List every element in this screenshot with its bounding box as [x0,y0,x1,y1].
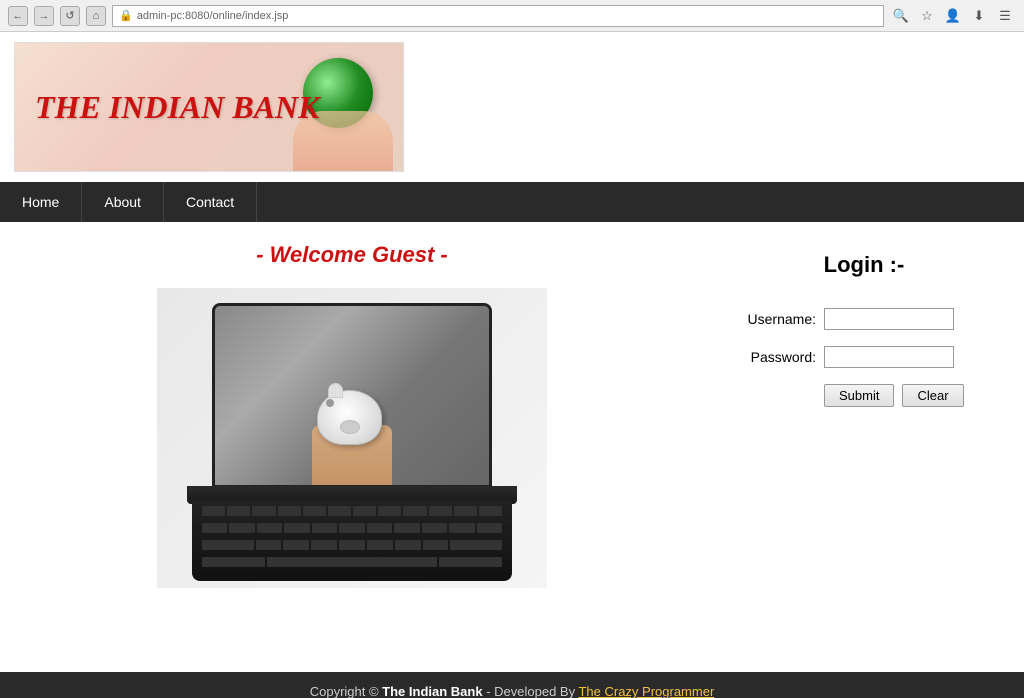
footer-bank-name: The Indian Bank [382,684,482,698]
download-icon[interactable]: ⬇ [968,5,990,27]
browser-chrome: ← → ↺ ⌂ 🔒 admin-pc:8080/online/index.jsp… [0,0,1024,32]
password-label: Password: [724,349,824,365]
address-bar[interactable]: 🔒 admin-pc:8080/online/index.jsp [112,5,884,27]
site-footer: Copyright © The Indian Bank - Developed … [0,672,1024,698]
footer-copyright: Copyright © [310,684,382,698]
user-icon[interactable]: 👤 [942,5,964,27]
main-content: - Welcome Guest - [0,222,1024,672]
back-button[interactable]: ← [8,6,28,26]
laptop-screen-inner [215,306,489,485]
footer-developer-link[interactable]: The Crazy Programmer [578,684,714,698]
login-title: Login :- [824,252,905,278]
url-text: admin-pc:8080/online/index.jsp [137,10,289,22]
nav-home[interactable]: Home [0,182,82,222]
right-section: Login :- Username: Password: Submit Clea… [704,222,1024,672]
forward-button[interactable]: → [34,6,54,26]
password-input[interactable] [824,346,954,368]
site-header: THE INDIAN BANK [0,32,1024,182]
nav-contact[interactable]: Contact [164,182,257,222]
form-buttons: Submit Clear [824,384,1004,407]
page-wrapper: THE INDIAN BANK Home About Contact - Wel… [0,32,1024,698]
search-icon[interactable]: 🔍 [890,5,912,27]
nav-about[interactable]: About [82,182,164,222]
submit-button[interactable]: Submit [824,384,894,407]
laptop-keyboard [192,501,512,581]
hero-image [157,288,547,588]
username-label: Username: [724,311,824,327]
footer-separator: - Developed By [486,684,578,698]
clear-button[interactable]: Clear [902,384,963,407]
login-form: Username: Password: Submit Clear [724,308,1004,407]
menu-icon[interactable]: ☰ [994,5,1016,27]
star-icon[interactable]: ☆ [916,5,938,27]
username-row: Username: [724,308,1004,330]
password-row: Password: [724,346,1004,368]
bank-title: THE INDIAN BANK [15,89,320,126]
nav-bar: Home About Contact [0,182,1024,222]
laptop-illustration [177,303,527,573]
left-section: - Welcome Guest - [0,222,704,672]
banner: THE INDIAN BANK [14,42,404,172]
browser-right-icons: 🔍 ☆ 👤 ⬇ ☰ [890,5,1016,27]
welcome-text: - Welcome Guest - [256,242,448,268]
lock-icon: 🔒 [119,9,133,22]
home-button[interactable]: ⌂ [86,6,106,26]
reload-button[interactable]: ↺ [60,6,80,26]
laptop-screen [212,303,492,488]
username-input[interactable] [824,308,954,330]
